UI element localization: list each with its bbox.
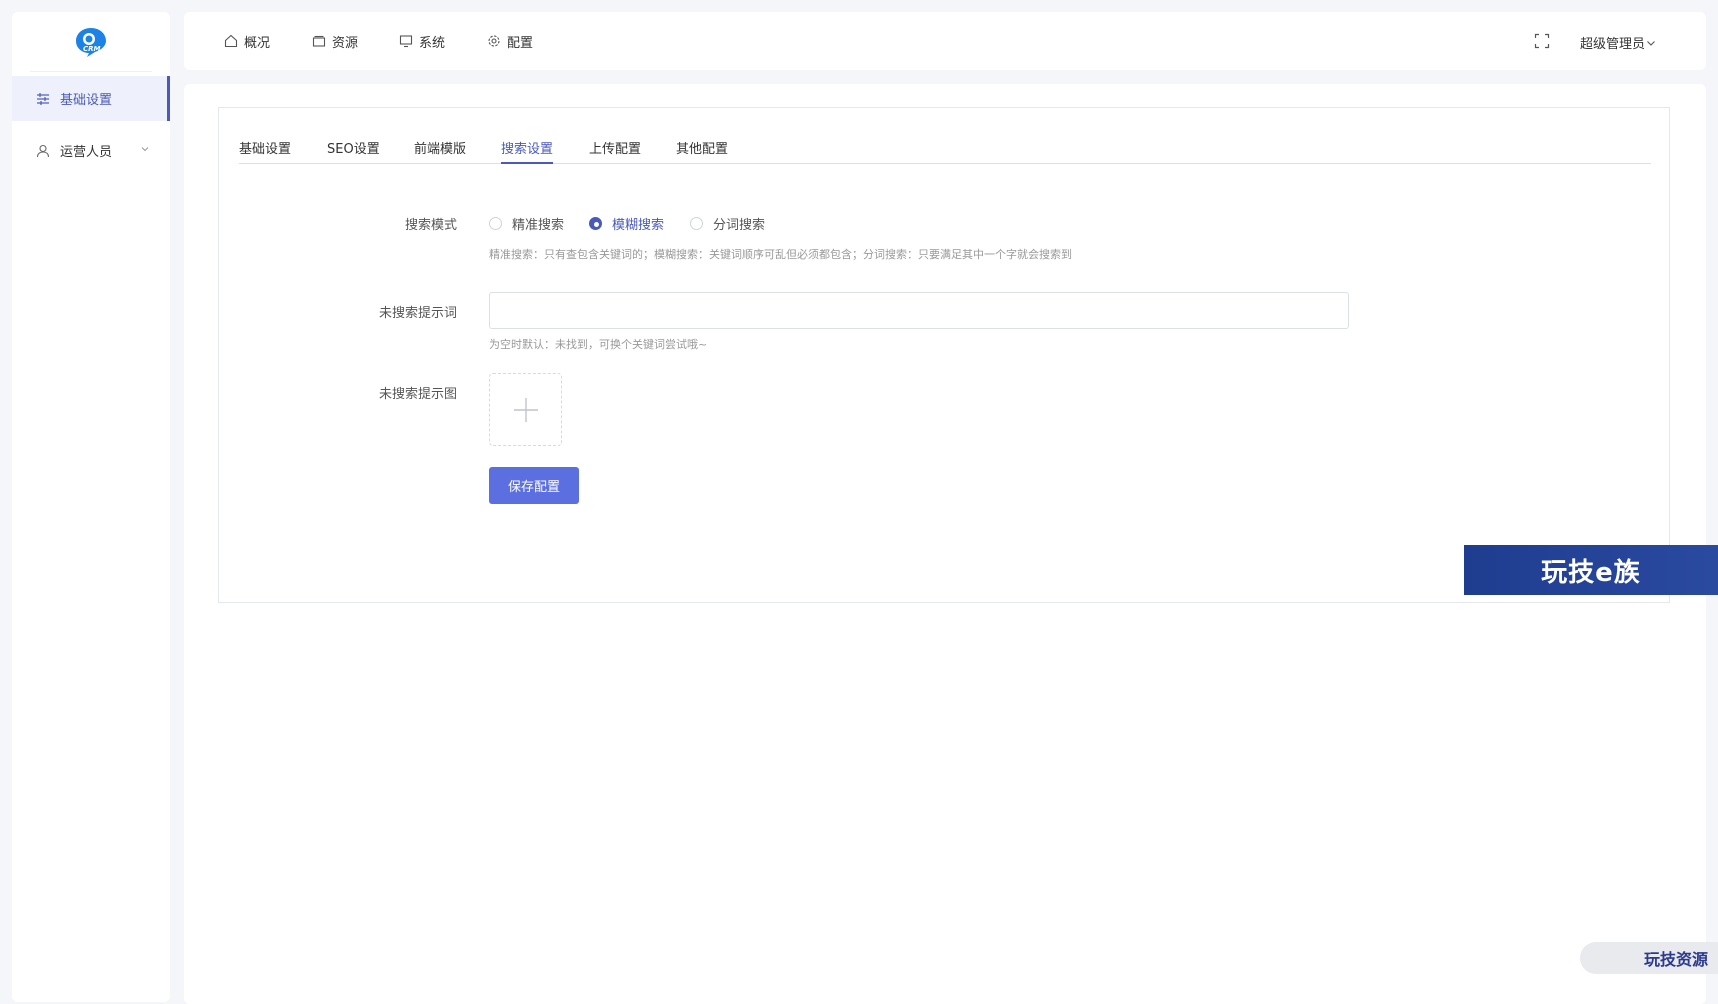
nav-item-system[interactable]: 系统 [399,31,445,51]
folder-icon [312,35,326,47]
radio-fuzzy-search[interactable]: 模糊搜索 [589,214,664,233]
nav-item-config[interactable]: 配置 [487,31,533,51]
crm-logo[interactable]: CRM [73,26,109,58]
sidebar-item-label: 运营人员 [60,145,113,160]
radio-label: 精准搜索 [512,218,565,233]
gear-icon [488,35,500,47]
logo-area: CRM [30,12,152,72]
chevron-down-icon [1647,40,1655,46]
nav-item-label: 概况 [244,35,271,51]
no-result-word-label: 未搜索提示词 [378,306,457,321]
radio-circle [589,217,602,230]
main-content: 基础设置 SEO设置 前端模版 搜索设置 上传配置 其他配置 搜索模式 精准搜索… [184,84,1706,1004]
sidebar: CRM 基础设置 运营人员 [12,12,170,1002]
watermark-banner: 玩技e族 [1464,545,1718,595]
top-nav-bar: 概况 资源 系统 配置 超级管理员 [184,12,1706,70]
image-upload[interactable] [489,373,562,446]
admin-dropdown[interactable]: 超级管理员 [1580,33,1657,52]
tab-search-settings[interactable]: 搜索设置 [501,138,554,164]
no-result-image-label: 未搜索提示图 [378,387,457,402]
search-mode-label: 搜索模式 [404,218,457,233]
search-mode-hint: 精准搜索：只有查包含关键词的；模糊搜索：关键词顺序可乱但必须都包含；分词搜索：只… [489,248,1072,261]
radio-label: 分词搜索 [713,218,766,233]
no-result-word-input[interactable] [489,292,1349,329]
logo-text: CRM [83,44,101,53]
radio-circle [690,217,703,230]
sidebar-item-label: 基础设置 [60,93,113,108]
monitor-icon [399,35,413,48]
settings-tabs: 基础设置 SEO设置 前端模版 搜索设置 上传配置 其他配置 [239,132,1651,164]
save-config-button[interactable]: 保存配置 [489,467,579,504]
radio-circle [489,217,502,230]
sidebar-item-basic-settings[interactable]: 基础设置 [12,76,170,121]
radio-label: 模糊搜索 [612,218,665,233]
home-icon [224,34,238,48]
tab-upload-config[interactable]: 上传配置 [589,138,641,164]
fullscreen-icon[interactable] [1534,33,1550,53]
nav-item-label: 配置 [507,35,534,51]
radio-segment-search[interactable]: 分词搜索 [690,214,765,233]
tab-seo-settings[interactable]: SEO设置 [327,138,380,164]
tab-other-config[interactable]: 其他配置 [676,138,728,164]
watermark-corner: 玩技资源 [1580,942,1718,974]
sidebar-item-operators[interactable]: 运营人员 [12,128,170,173]
settings-panel: 基础设置 SEO设置 前端模版 搜索设置 上传配置 其他配置 搜索模式 精准搜索… [218,107,1670,603]
admin-label: 超级管理员 [1580,37,1646,52]
sliders-icon [36,92,50,106]
tab-frontend-template[interactable]: 前端模版 [414,138,466,164]
user-icon [36,144,50,158]
tab-basic-settings[interactable]: 基础设置 [239,138,291,164]
radio-exact-search[interactable]: 精准搜索 [489,214,564,233]
no-result-word-hint: 为空时默认：未找到，可换个关键词尝试哦~ [489,338,708,351]
nav-item-label: 资源 [332,35,359,51]
nav-item-label: 系统 [419,35,446,51]
nav-item-resources[interactable]: 资源 [312,31,358,51]
chevron-down-icon [140,143,150,158]
nav-item-overview[interactable]: 概况 [224,31,270,51]
plus-icon [513,397,538,422]
